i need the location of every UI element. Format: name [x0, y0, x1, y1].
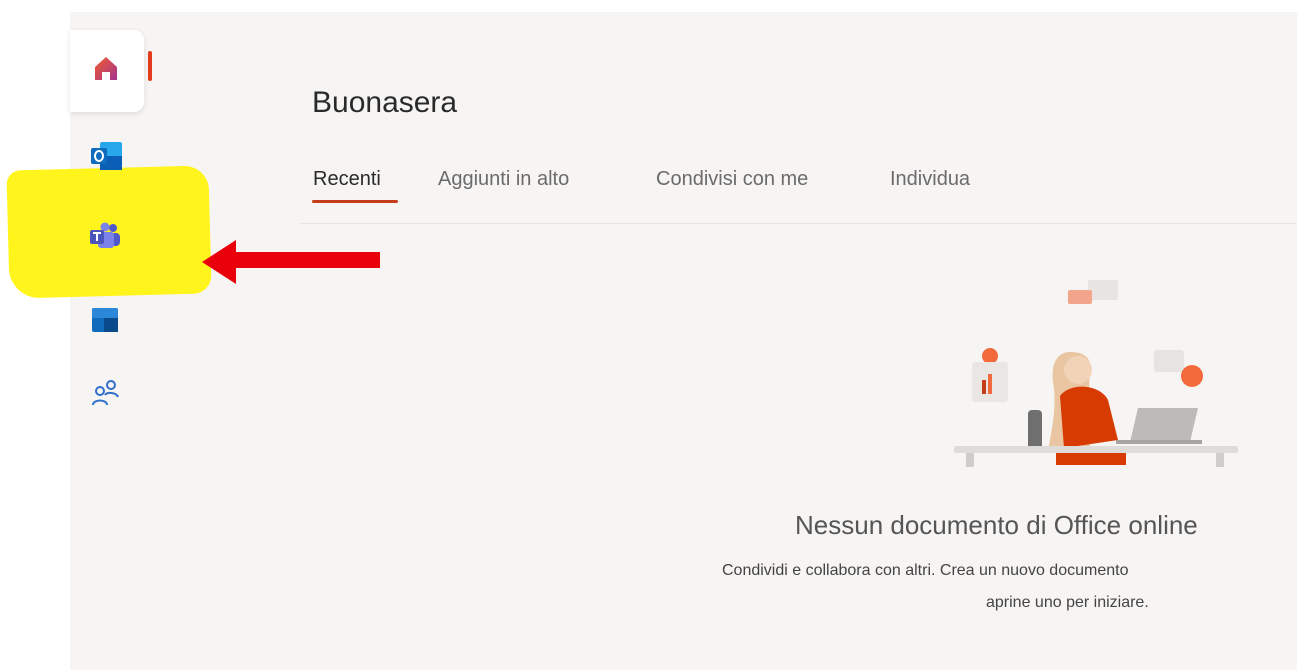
home-active-indicator: [148, 51, 152, 81]
outlook-icon[interactable]: [90, 140, 124, 172]
empty-state-illustration: [954, 280, 1238, 467]
empty-state-description-cont: aprine uno per iniziare.: [986, 594, 1149, 611]
empty-state-title: Nessun documento di Office online: [795, 510, 1198, 540]
annotation-arrow: [202, 240, 380, 284]
teams-icon[interactable]: [88, 222, 122, 250]
home-icon: [95, 57, 117, 80]
people-icon[interactable]: [90, 378, 122, 408]
tab-recenti[interactable]: Recenti: [313, 168, 381, 191]
active-tab-underline: [312, 200, 398, 203]
tab-condivisi-con-me[interactable]: Condivisi con me: [656, 168, 808, 191]
page-title: Buonasera: [312, 86, 458, 119]
tabs-divider: [300, 223, 1297, 224]
whiteboard-icon[interactable]: [90, 306, 120, 334]
tab-aggiunti-in-alto[interactable]: Aggiunti in alto: [438, 168, 569, 191]
empty-state-description: Condividi e collabora con altri. Crea un…: [722, 562, 1129, 579]
tab-individua[interactable]: Individua: [890, 168, 970, 191]
